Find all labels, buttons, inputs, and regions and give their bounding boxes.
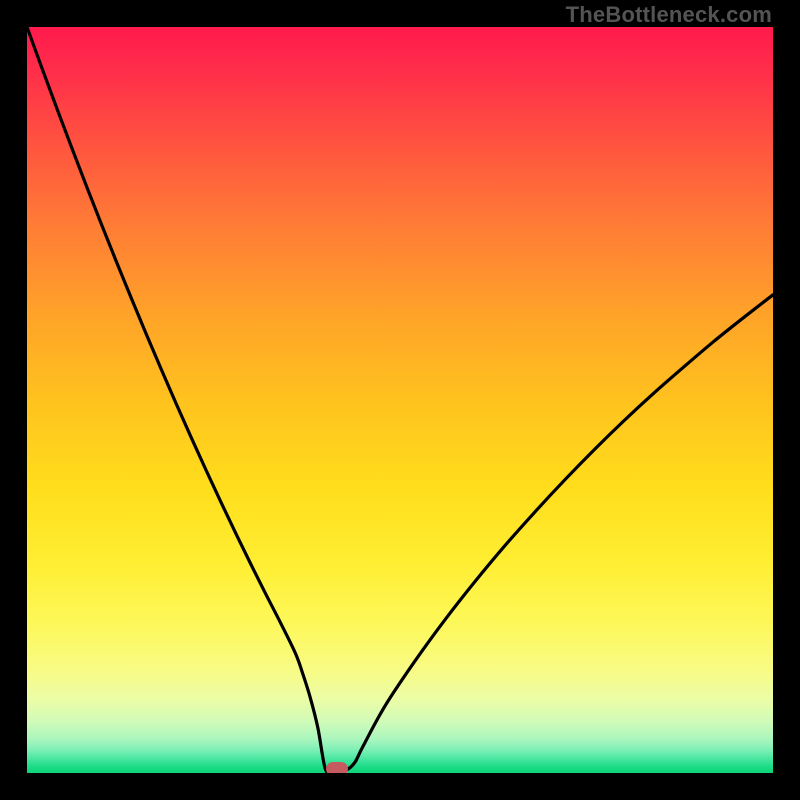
optimal-point-marker xyxy=(326,762,348,773)
chart-frame: TheBottleneck.com xyxy=(0,0,800,800)
bottleneck-curve xyxy=(27,27,773,773)
curve-svg xyxy=(27,27,773,773)
watermark-text: TheBottleneck.com xyxy=(566,2,772,28)
plot-area xyxy=(27,27,773,773)
